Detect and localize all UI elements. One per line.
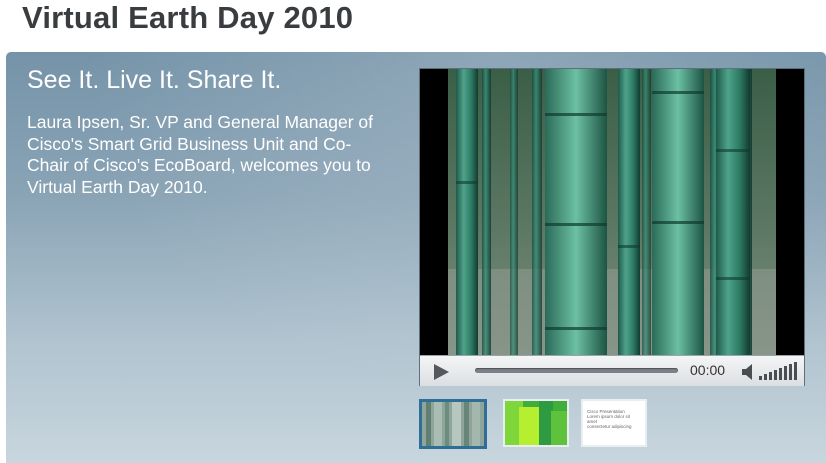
video-controls: 00:00 bbox=[420, 355, 804, 386]
volume-bars-icon[interactable] bbox=[759, 362, 799, 380]
feature-tagline: See It. Live It. Share It. bbox=[27, 66, 282, 94]
video-frame[interactable] bbox=[420, 69, 804, 355]
slide-thumbnail-text: Cisco Presentation Lorem ipsum dolor sit… bbox=[587, 409, 632, 429]
progress-bar[interactable] bbox=[475, 368, 678, 373]
green-video-thumbnail[interactable] bbox=[503, 399, 569, 447]
slide-video-thumbnail[interactable]: Cisco Presentation Lorem ipsum dolor sit… bbox=[581, 399, 647, 447]
bamboo-video-still bbox=[420, 69, 804, 355]
green-thumbnail-image bbox=[505, 401, 567, 445]
bamboo-thumbnail-image bbox=[422, 402, 484, 446]
feature-intro: Laura Ipsen, Sr. VP and General Manager … bbox=[27, 112, 374, 197]
video-player[interactable]: 00:00 bbox=[419, 68, 805, 386]
page-title: Virtual Earth Day 2010 bbox=[22, 0, 354, 35]
time-display: 00:00 bbox=[690, 362, 726, 378]
feature-panel: See It. Live It. Share It. Laura Ipsen, … bbox=[6, 52, 826, 463]
play-icon[interactable] bbox=[434, 364, 449, 380]
speaker-icon[interactable] bbox=[742, 364, 756, 380]
bamboo-video-thumbnail[interactable] bbox=[419, 399, 487, 449]
